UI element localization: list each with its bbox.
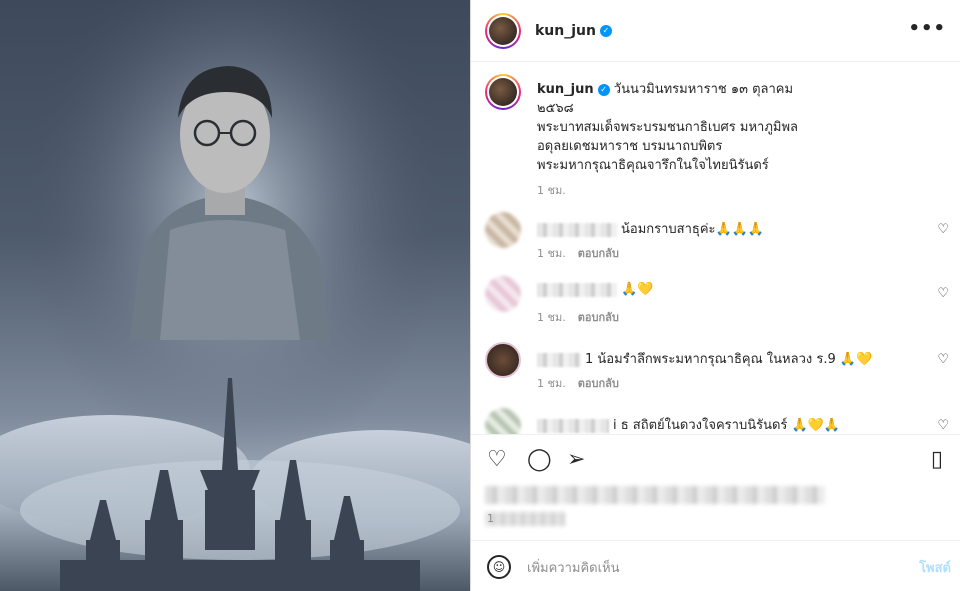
comment-avatar[interactable] <box>485 276 521 312</box>
comment-like-icon[interactable]: ♡ <box>937 286 949 301</box>
caption-line: พระบาทสมเด็จพระบรมชนกาธิเบศร มหาภูมิพล <box>537 120 798 135</box>
comment-text: น้อมกราบสาธุค่ะ🙏🙏🙏 <box>621 222 765 237</box>
comment-like-icon[interactable]: ♡ <box>937 222 949 237</box>
comment-username[interactable] <box>537 418 609 433</box>
caption-line: วันนวมินทรมหาราช ๑๓ ตุลาคม <box>613 82 794 97</box>
header-username[interactable]: kun_jun <box>535 23 596 39</box>
comment-item: 1 น้อมรำลึกพระมหากรุณาธิคุณ ในหลวง ร.9 🙏… <box>485 342 955 402</box>
comment-item: 🙏💛 1 ชม. ตอบกลับ ♡ <box>485 276 955 336</box>
reply-button[interactable]: ตอบกลับ <box>578 377 619 390</box>
comment-icon[interactable]: ◯ <box>527 449 552 471</box>
more-icon[interactable]: ••• <box>908 18 946 39</box>
comment-text: i ธ สถิตย์ในดวงใจคราบนิรันดร์ 🙏💛🙏 <box>613 418 841 433</box>
comment-avatar[interactable] <box>485 408 521 434</box>
comment-avatar[interactable] <box>485 212 521 248</box>
verified-icon: ✓ <box>599 24 612 37</box>
caption-avatar[interactable] <box>485 74 521 110</box>
likes-summary[interactable]: 1 <box>485 486 825 526</box>
post-panel: kun_jun ✓ ••• kun_jun ✓ วันนวมินทรมหาราช … <box>470 0 960 591</box>
heart-icon[interactable]: ♡ <box>487 449 507 471</box>
comment-text: 1 น้อมรำลึกพระมหากรุณาธิคุณ ในหลวง ร.9 🙏… <box>585 352 873 367</box>
emoji-icon[interactable]: ☺ <box>487 555 511 579</box>
post-image <box>0 0 470 591</box>
action-bar: ♡ ◯ ➢ ▯ <box>471 434 960 486</box>
reply-button[interactable]: ตอบกลับ <box>578 247 619 260</box>
comment-username[interactable] <box>537 222 617 237</box>
portrait-illustration <box>0 0 470 591</box>
post-button[interactable]: โพสต์ <box>919 557 951 578</box>
caption-line: ๒๕๖๘ <box>537 101 574 116</box>
comment-avatar[interactable] <box>485 342 521 378</box>
caption-time: 1 ชม. <box>537 184 566 197</box>
share-icon[interactable]: ➢ <box>567 449 585 471</box>
comment-like-icon[interactable]: ♡ <box>937 352 949 367</box>
comment-input[interactable]: เพิ่มความคิดเห็น <box>527 557 620 578</box>
post-header: kun_jun ✓ ••• <box>471 0 960 62</box>
caption-line: อดุลยเดชมหาราช บรมนาถบพิตร <box>537 139 723 154</box>
caption-line: พระมหากรุณาธิคุณจารึกในใจไทยนิรันดร์ <box>537 158 769 173</box>
comment-text: 🙏💛 <box>621 282 654 297</box>
verified-icon: ✓ <box>597 83 610 96</box>
comments-scroll[interactable]: kun_jun ✓ วันนวมินทรมหาราช ๑๓ ตุลาคม ๒๕๖๘… <box>471 62 960 434</box>
comment-time: 1 ชม. <box>537 311 566 324</box>
avatar[interactable] <box>485 12 521 49</box>
comment-item: น้อมกราบสาธุค่ะ🙏🙏🙏 1 ชม. ตอบกลับ ♡ <box>485 212 955 272</box>
comment-username[interactable] <box>537 352 581 367</box>
comment-time: 1 ชม. <box>537 247 566 260</box>
comment-item: i ธ สถิตย์ในดวงใจคราบนิรันดร์ 🙏💛🙏 ♡ <box>485 408 955 434</box>
comment-username[interactable] <box>537 282 617 297</box>
caption-username[interactable]: kun_jun <box>537 82 594 97</box>
add-comment-bar: ☺ เพิ่มความคิดเห็น โพสต์ <box>471 540 960 591</box>
reply-button[interactable]: ตอบกลับ <box>578 311 619 324</box>
likes-count: 1 <box>487 512 494 525</box>
comment-time: 1 ชม. <box>537 377 566 390</box>
comment-like-icon[interactable]: ♡ <box>937 418 949 433</box>
bookmark-icon[interactable]: ▯ <box>931 449 943 471</box>
